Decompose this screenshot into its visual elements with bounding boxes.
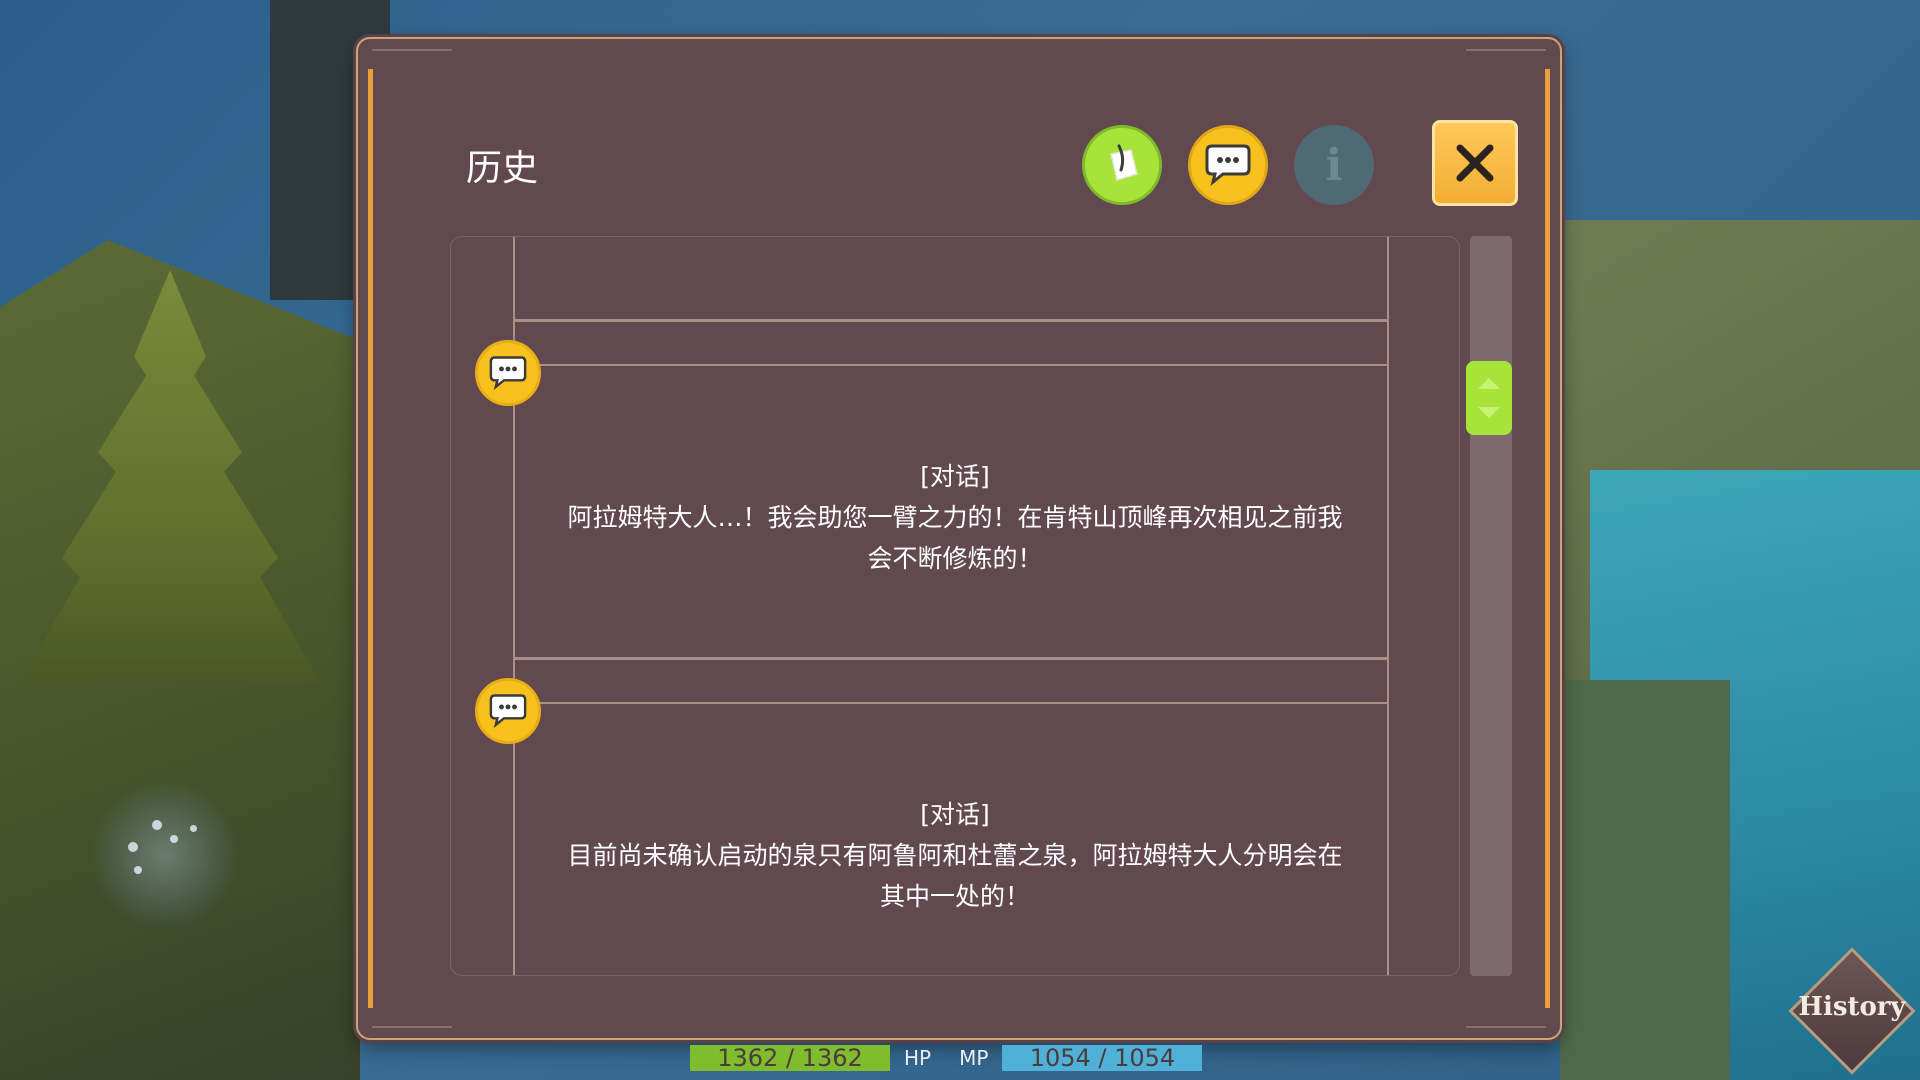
hp-label: HP <box>904 1046 932 1070</box>
mp-label: MP <box>959 1046 989 1070</box>
mp-value: 1054 / 1054 <box>1002 1044 1203 1072</box>
frame-rail-right <box>1545 69 1550 1008</box>
status-bar: 1362 / 1362 HP MP 1054 / 1054 <box>690 1044 1203 1072</box>
entry-divider <box>515 702 1387 704</box>
hp-value: 1362 / 1362 <box>690 1044 890 1072</box>
history-button-label: History <box>1798 992 1906 1022</box>
frame-ornament <box>1466 49 1546 67</box>
window-title: 历史 <box>466 148 539 189</box>
tab-info[interactable]: i <box>1294 125 1374 205</box>
entry-line: 其中一处的！ <box>879 882 1030 911</box>
tab-dialogue[interactable] <box>1188 125 1268 205</box>
frame-ornament <box>1466 1010 1546 1028</box>
entry-divider <box>515 319 1387 322</box>
entry-line: 会不断修炼的！ <box>867 544 1043 573</box>
close-button[interactable] <box>1432 120 1518 206</box>
history-list[interactable]: [对话] 阿拉姆特大人…！我会助您一臂之力的！在肯特山顶峰再次相见之前我 会不断… <box>450 236 1460 976</box>
history-button[interactable]: History <box>1787 946 1917 1076</box>
list-item: [对话] 阿拉姆特大人…！我会助您一臂之力的！在肯特山顶峰再次相见之前我 会不断… <box>515 456 1395 579</box>
list-item: [对话] 目前尚未确认启动的泉只有阿鲁阿和杜蕾之泉，阿拉姆特大人分明会在 其中一… <box>515 794 1395 917</box>
scroll-down-arrow-icon <box>1478 406 1500 418</box>
entry-divider <box>515 657 1387 660</box>
close-x-icon <box>1456 144 1494 182</box>
frame-ornament <box>372 1010 452 1028</box>
mossy-block <box>1560 680 1730 1080</box>
speech-bubble-icon <box>489 356 527 391</box>
entry-tag: [对话] <box>920 800 990 829</box>
entry-line: 阿拉姆特大人…！我会助您一臂之力的！在肯特山顶峰再次相见之前我 <box>567 503 1343 532</box>
scroll-up-arrow-icon <box>1478 378 1500 390</box>
quill-note-icon <box>1110 144 1138 181</box>
scrollbar-track[interactable] <box>1470 236 1512 976</box>
sparkle-effect <box>90 780 240 930</box>
frame-rail-left <box>368 69 373 1008</box>
entry-tag: [对话] <box>920 462 990 491</box>
entry-type-icon <box>475 678 541 744</box>
entry-line: 目前尚未确认启动的泉只有阿鲁阿和杜蕾之泉，阿拉姆特大人分明会在 <box>567 841 1343 870</box>
info-icon: i <box>1325 139 1343 191</box>
scrollbar-thumb[interactable] <box>1466 361 1512 435</box>
speech-bubble-icon <box>1205 144 1251 186</box>
frame-ornament <box>372 49 452 67</box>
tab-notes[interactable] <box>1082 125 1162 205</box>
speech-bubble-icon <box>489 694 527 729</box>
entry-divider <box>515 364 1387 366</box>
entry-type-icon <box>475 340 541 406</box>
history-window: 历史 i [对话] 阿拉姆特大人…！我会助您一臂之力的！在肯特山顶峰再次相见之前… <box>356 37 1562 1040</box>
